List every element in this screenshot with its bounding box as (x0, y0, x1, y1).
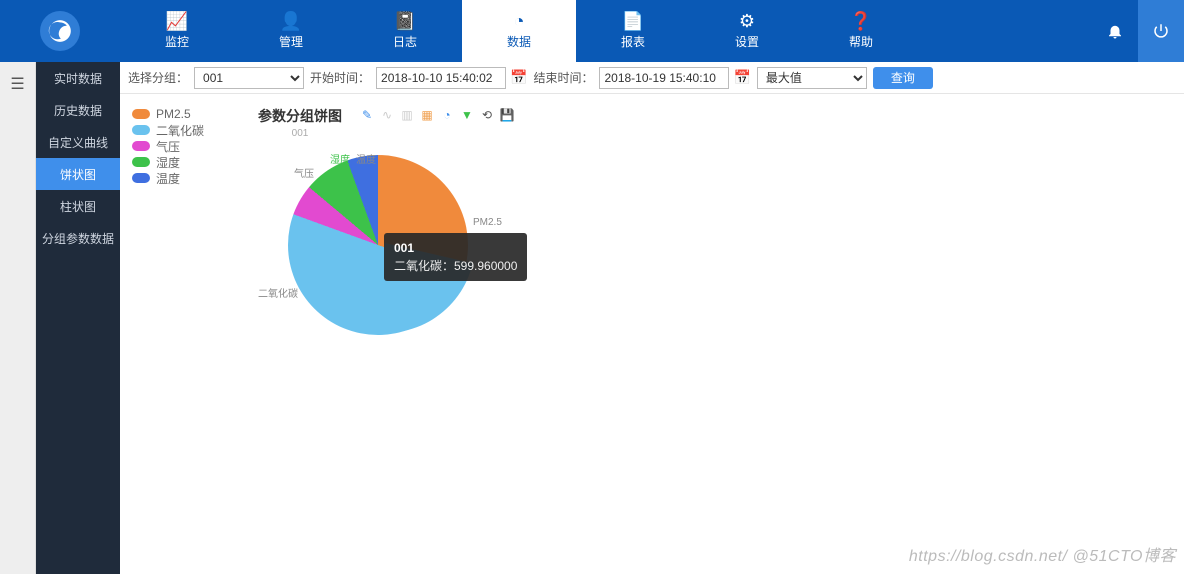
topnav-label: 设置 (735, 33, 759, 50)
bar-icon[interactable]: ▥ (400, 108, 414, 122)
topnav-label: 管理 (279, 33, 303, 50)
slice-label-press: 气压 (294, 165, 314, 180)
chart-icon: 📈 (166, 12, 188, 30)
power-button[interactable] (1138, 0, 1184, 62)
sidebar: 实时数据历史数据自定义曲线饼状图柱状图分组参数数据 (36, 62, 120, 574)
help-icon: ❓ (850, 12, 872, 30)
grid-icon[interactable]: ▦ (420, 108, 434, 122)
calendar-icon[interactable]: 📅 (733, 69, 750, 86)
legend-item-4[interactable]: 温度 (132, 170, 238, 186)
sidebar-item-4[interactable]: 柱状图 (36, 190, 120, 222)
legend-item-0[interactable]: PM2.5 (132, 106, 238, 122)
legend-item-3[interactable]: 湿度 (132, 154, 238, 170)
legend-label: PM2.5 (156, 107, 191, 121)
slice-label-temp: 温度 (356, 151, 376, 166)
legend-item-2[interactable]: 气压 (132, 138, 238, 154)
save-icon[interactable]: 💾 (500, 108, 514, 122)
chart-tooltip: 001 二氧化碳：599.960000 (384, 233, 527, 281)
topnav-label: 监控 (165, 33, 189, 50)
topnav-label: 日志 (393, 33, 417, 50)
chart-area: 参数分组饼图 001 ✎ ∿ ▥ ▦ ◔ ▼ ⟲ 💾 PM2.5 二氧化碳 气压 湿度 温度 … (258, 106, 518, 375)
pie-icon[interactable]: ◔ (440, 108, 454, 122)
start-time-input[interactable] (376, 67, 506, 89)
pie-icon: ◔ (514, 12, 525, 30)
hamburger-toggle[interactable]: ☰ (0, 62, 36, 574)
watermark: https://blog.csdn.net/ @51CTO博客 (909, 542, 1176, 566)
chart-toolbar: ✎ ∿ ▥ ▦ ◔ ▼ ⟲ 💾 (360, 108, 514, 122)
topnav-item-2[interactable]: 📓 日志 (348, 0, 462, 62)
group-select[interactable]: 001 (194, 67, 304, 89)
top-bar: 📈 监控 👤 管理 📓 日志 ◔ 数据 📄 报表 ⚙ 设置 ❓ 帮助 (0, 0, 1184, 62)
sidebar-item-1[interactable]: 历史数据 (36, 94, 120, 126)
topnav-item-3[interactable]: ◔ 数据 (462, 0, 576, 62)
group-label: 选择分组： (128, 69, 188, 86)
legend-item-1[interactable]: 二氧化碳 (132, 122, 238, 138)
calendar-icon[interactable]: 📅 (510, 69, 527, 86)
edit-icon[interactable]: ✎ (360, 108, 374, 122)
logo (0, 11, 120, 51)
slice-label-pm25: PM2.5 (473, 217, 502, 228)
legend-label: 湿度 (156, 154, 180, 171)
legend-label: 二氧化碳 (156, 122, 204, 139)
legend: PM2.5二氧化碳气压湿度温度 (128, 106, 238, 375)
pie-chart[interactable]: PM2.5 二氧化碳 气压 湿度 温度 001 二氧化碳：599.960000 (258, 145, 518, 375)
sidebar-item-5[interactable]: 分组参数数据 (36, 222, 120, 254)
start-label: 开始时间： (310, 69, 370, 86)
slice-label-humid: 湿度 (330, 151, 350, 166)
end-time-input[interactable] (599, 67, 729, 89)
bell-icon[interactable] (1092, 22, 1138, 40)
legend-swatch (132, 109, 150, 119)
gear-icon: ⚙ (739, 12, 755, 30)
line-icon[interactable]: ∿ (380, 108, 394, 122)
topnav-item-5[interactable]: ⚙ 设置 (690, 0, 804, 62)
main-panel: 选择分组： 001 开始时间： 📅 结束时间： 📅 最大值 查询 PM2.5二氧… (120, 62, 1184, 574)
legend-label: 气压 (156, 138, 180, 155)
legend-label: 温度 (156, 170, 180, 187)
topnav-item-6[interactable]: ❓ 帮助 (804, 0, 918, 62)
chart-subtitle: 001 (258, 128, 342, 139)
legend-swatch (132, 125, 150, 135)
doc-icon: 📄 (622, 12, 644, 30)
slice-label-co2: 二氧化碳 (258, 285, 298, 300)
filter-bar: 选择分组： 001 开始时间： 📅 结束时间： 📅 最大值 查询 (120, 62, 1184, 94)
topnav-item-0[interactable]: 📈 监控 (120, 0, 234, 62)
topnav-item-1[interactable]: 👤 管理 (234, 0, 348, 62)
sidebar-item-0[interactable]: 实时数据 (36, 62, 120, 94)
refresh-icon[interactable]: ⟲ (480, 108, 494, 122)
legend-swatch (132, 173, 150, 183)
topnav-label: 帮助 (849, 33, 873, 50)
top-nav: 📈 监控 👤 管理 📓 日志 ◔ 数据 📄 报表 ⚙ 设置 ❓ 帮助 (120, 0, 1092, 62)
book-icon: 📓 (394, 12, 416, 30)
end-label: 结束时间： (533, 69, 593, 86)
topnav-label: 报表 (621, 33, 645, 50)
query-button[interactable]: 查询 (873, 67, 933, 89)
aggregate-select[interactable]: 最大值 (757, 67, 867, 89)
chart-title: 参数分组饼图 (258, 106, 342, 126)
sidebar-item-3[interactable]: 饼状图 (36, 158, 120, 190)
topnav-item-4[interactable]: 📄 报表 (576, 0, 690, 62)
legend-swatch (132, 157, 150, 167)
leaf-globe-icon (47, 18, 73, 44)
topnav-label: 数据 (507, 33, 531, 50)
filter-icon[interactable]: ▼ (460, 108, 474, 122)
user-icon: 👤 (280, 12, 302, 30)
legend-swatch (132, 141, 150, 151)
sidebar-item-2[interactable]: 自定义曲线 (36, 126, 120, 158)
